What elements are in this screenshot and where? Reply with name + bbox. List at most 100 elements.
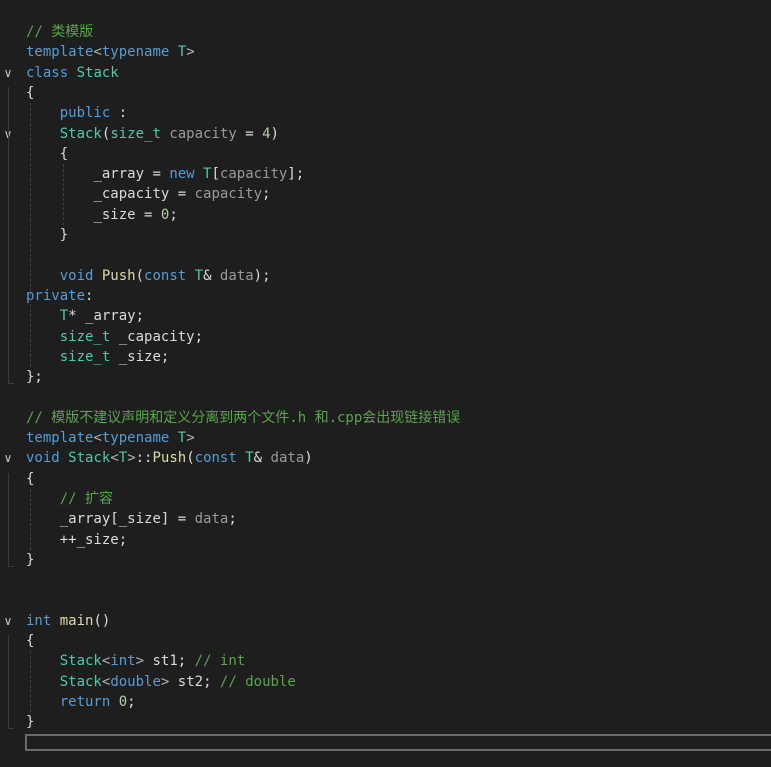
chevron-down-icon[interactable]: ∨ xyxy=(2,448,14,468)
code-token-type: size_t xyxy=(59,329,111,345)
code-token-identifier: _capacity xyxy=(93,186,170,202)
code-token-keyword: void xyxy=(59,268,94,284)
code-token-text: ; xyxy=(177,653,195,669)
code-token-identifier: _array xyxy=(85,308,136,324)
code-token-type: Stack xyxy=(68,450,111,466)
code-token-text: = xyxy=(144,166,170,182)
code-token-type: size_t xyxy=(110,126,161,142)
code-line[interactable]: } xyxy=(26,550,34,570)
code-token-text: ] = xyxy=(160,511,195,527)
code-token-type: Stack xyxy=(59,674,102,690)
code-line[interactable]: _array = new T[capacity]; xyxy=(26,164,304,184)
code-token-text: ; xyxy=(135,308,145,324)
code-token-punctuation: < xyxy=(93,430,102,446)
code-line[interactable]: } xyxy=(26,225,68,245)
code-token-text: ; xyxy=(160,349,170,365)
code-line[interactable]: { xyxy=(26,83,34,103)
code-token-identifier: _array xyxy=(59,511,111,527)
code-token-keyword: class xyxy=(26,65,69,81)
code-line[interactable]: void Push(const T& data); xyxy=(26,266,271,286)
code-line[interactable]: public : xyxy=(26,103,127,123)
code-token-keyword: const xyxy=(144,268,187,284)
code-line[interactable]: { xyxy=(26,631,34,651)
indent-guide xyxy=(30,103,31,367)
code-line[interactable]: T* _array; xyxy=(26,306,144,326)
code-editor[interactable]: // 类模版 template<typename T> class Stack{ p… xyxy=(0,0,771,767)
code-token-punctuation: < xyxy=(93,44,102,60)
code-line[interactable]: size_t _capacity; xyxy=(26,327,203,347)
code-line[interactable]: { xyxy=(26,469,34,489)
code-line[interactable]: private: xyxy=(26,286,93,306)
code-line[interactable]: Stack(size_t capacity = 4) xyxy=(26,124,279,144)
horizontal-scrollbar[interactable] xyxy=(25,734,771,751)
code-token-text: : xyxy=(85,288,94,304)
code-token-keyword: void xyxy=(26,450,60,466)
code-line[interactable]: { xyxy=(26,144,68,164)
code-line[interactable]: int main() xyxy=(26,611,110,631)
code-token-number: 0 xyxy=(118,694,128,710)
code-token-parameter: capacity xyxy=(169,126,237,142)
code-token-text: : xyxy=(110,105,128,121)
code-line[interactable]: class Stack xyxy=(26,63,119,83)
code-token-number: 4 xyxy=(262,126,271,142)
code-token-keyword: template xyxy=(26,430,94,446)
code-line[interactable]: // 类模版 xyxy=(26,22,93,42)
code-token-text: & xyxy=(253,450,271,466)
code-token-keyword: int xyxy=(110,653,136,669)
code-token-text: { xyxy=(26,471,35,487)
chevron-down-icon[interactable]: ∨ xyxy=(2,63,14,83)
code-line[interactable]: // 扩容 xyxy=(26,489,113,509)
code-line[interactable]: Stack<int> st1; // int xyxy=(26,651,246,671)
code-token-function: Push xyxy=(101,268,136,284)
code-line[interactable]: ++_size; xyxy=(26,530,127,550)
code-line[interactable]: template<typename T> xyxy=(26,42,195,62)
chevron-down-icon[interactable]: ∨ xyxy=(2,611,14,631)
code-token-text: ; xyxy=(203,674,220,690)
code-token-punctuation: > xyxy=(127,450,136,466)
code-token-identifier: _size xyxy=(93,207,136,223)
code-token-comment: // 类模版 xyxy=(26,24,94,40)
code-token-comment: // double xyxy=(219,674,296,690)
code-line[interactable]: template<typename T> xyxy=(26,428,195,448)
code-token-text: [ xyxy=(211,166,220,182)
code-token-parameter: data xyxy=(270,450,305,466)
code-token-text: { xyxy=(26,85,35,101)
code-line[interactable]: return 0; xyxy=(26,692,136,712)
code-token-text: () xyxy=(93,613,111,629)
code-line[interactable]: _array[_size] = data; xyxy=(26,509,237,529)
indent-guide xyxy=(30,651,31,712)
code-line[interactable]: _size = 0; xyxy=(26,205,177,225)
code-line[interactable]: } xyxy=(26,712,34,732)
code-token-keyword: public xyxy=(59,105,111,121)
code-token-text: { xyxy=(26,146,69,162)
code-token-text: } xyxy=(26,227,69,243)
code-line[interactable]: Stack<double> st2; // double xyxy=(26,672,296,692)
code-line[interactable]: }; xyxy=(26,367,43,387)
code-line[interactable]: // 模版不建议声明和定义分离到两个文件.h 和.cpp会出现链接错误 xyxy=(26,408,460,428)
code-line[interactable]: size_t _size; xyxy=(26,347,170,367)
code-token-text: }; xyxy=(26,369,43,385)
code-token-punctuation: > xyxy=(186,44,195,60)
code-token-type: Stack xyxy=(59,126,102,142)
code-token-text: ) xyxy=(304,450,313,466)
code-token-type: T xyxy=(194,268,204,284)
code-token-keyword: typename xyxy=(101,430,170,446)
code-token-text: ( xyxy=(186,450,195,466)
scope-bracket-end xyxy=(8,566,14,567)
code-line[interactable]: void Stack<T>::Push(const T& data) xyxy=(26,448,313,468)
code-token-comment: // 模版不建议声明和定义分离到两个文件.h 和.cpp会出现链接错误 xyxy=(26,410,461,426)
code-token-identifier: st2 xyxy=(177,674,204,690)
